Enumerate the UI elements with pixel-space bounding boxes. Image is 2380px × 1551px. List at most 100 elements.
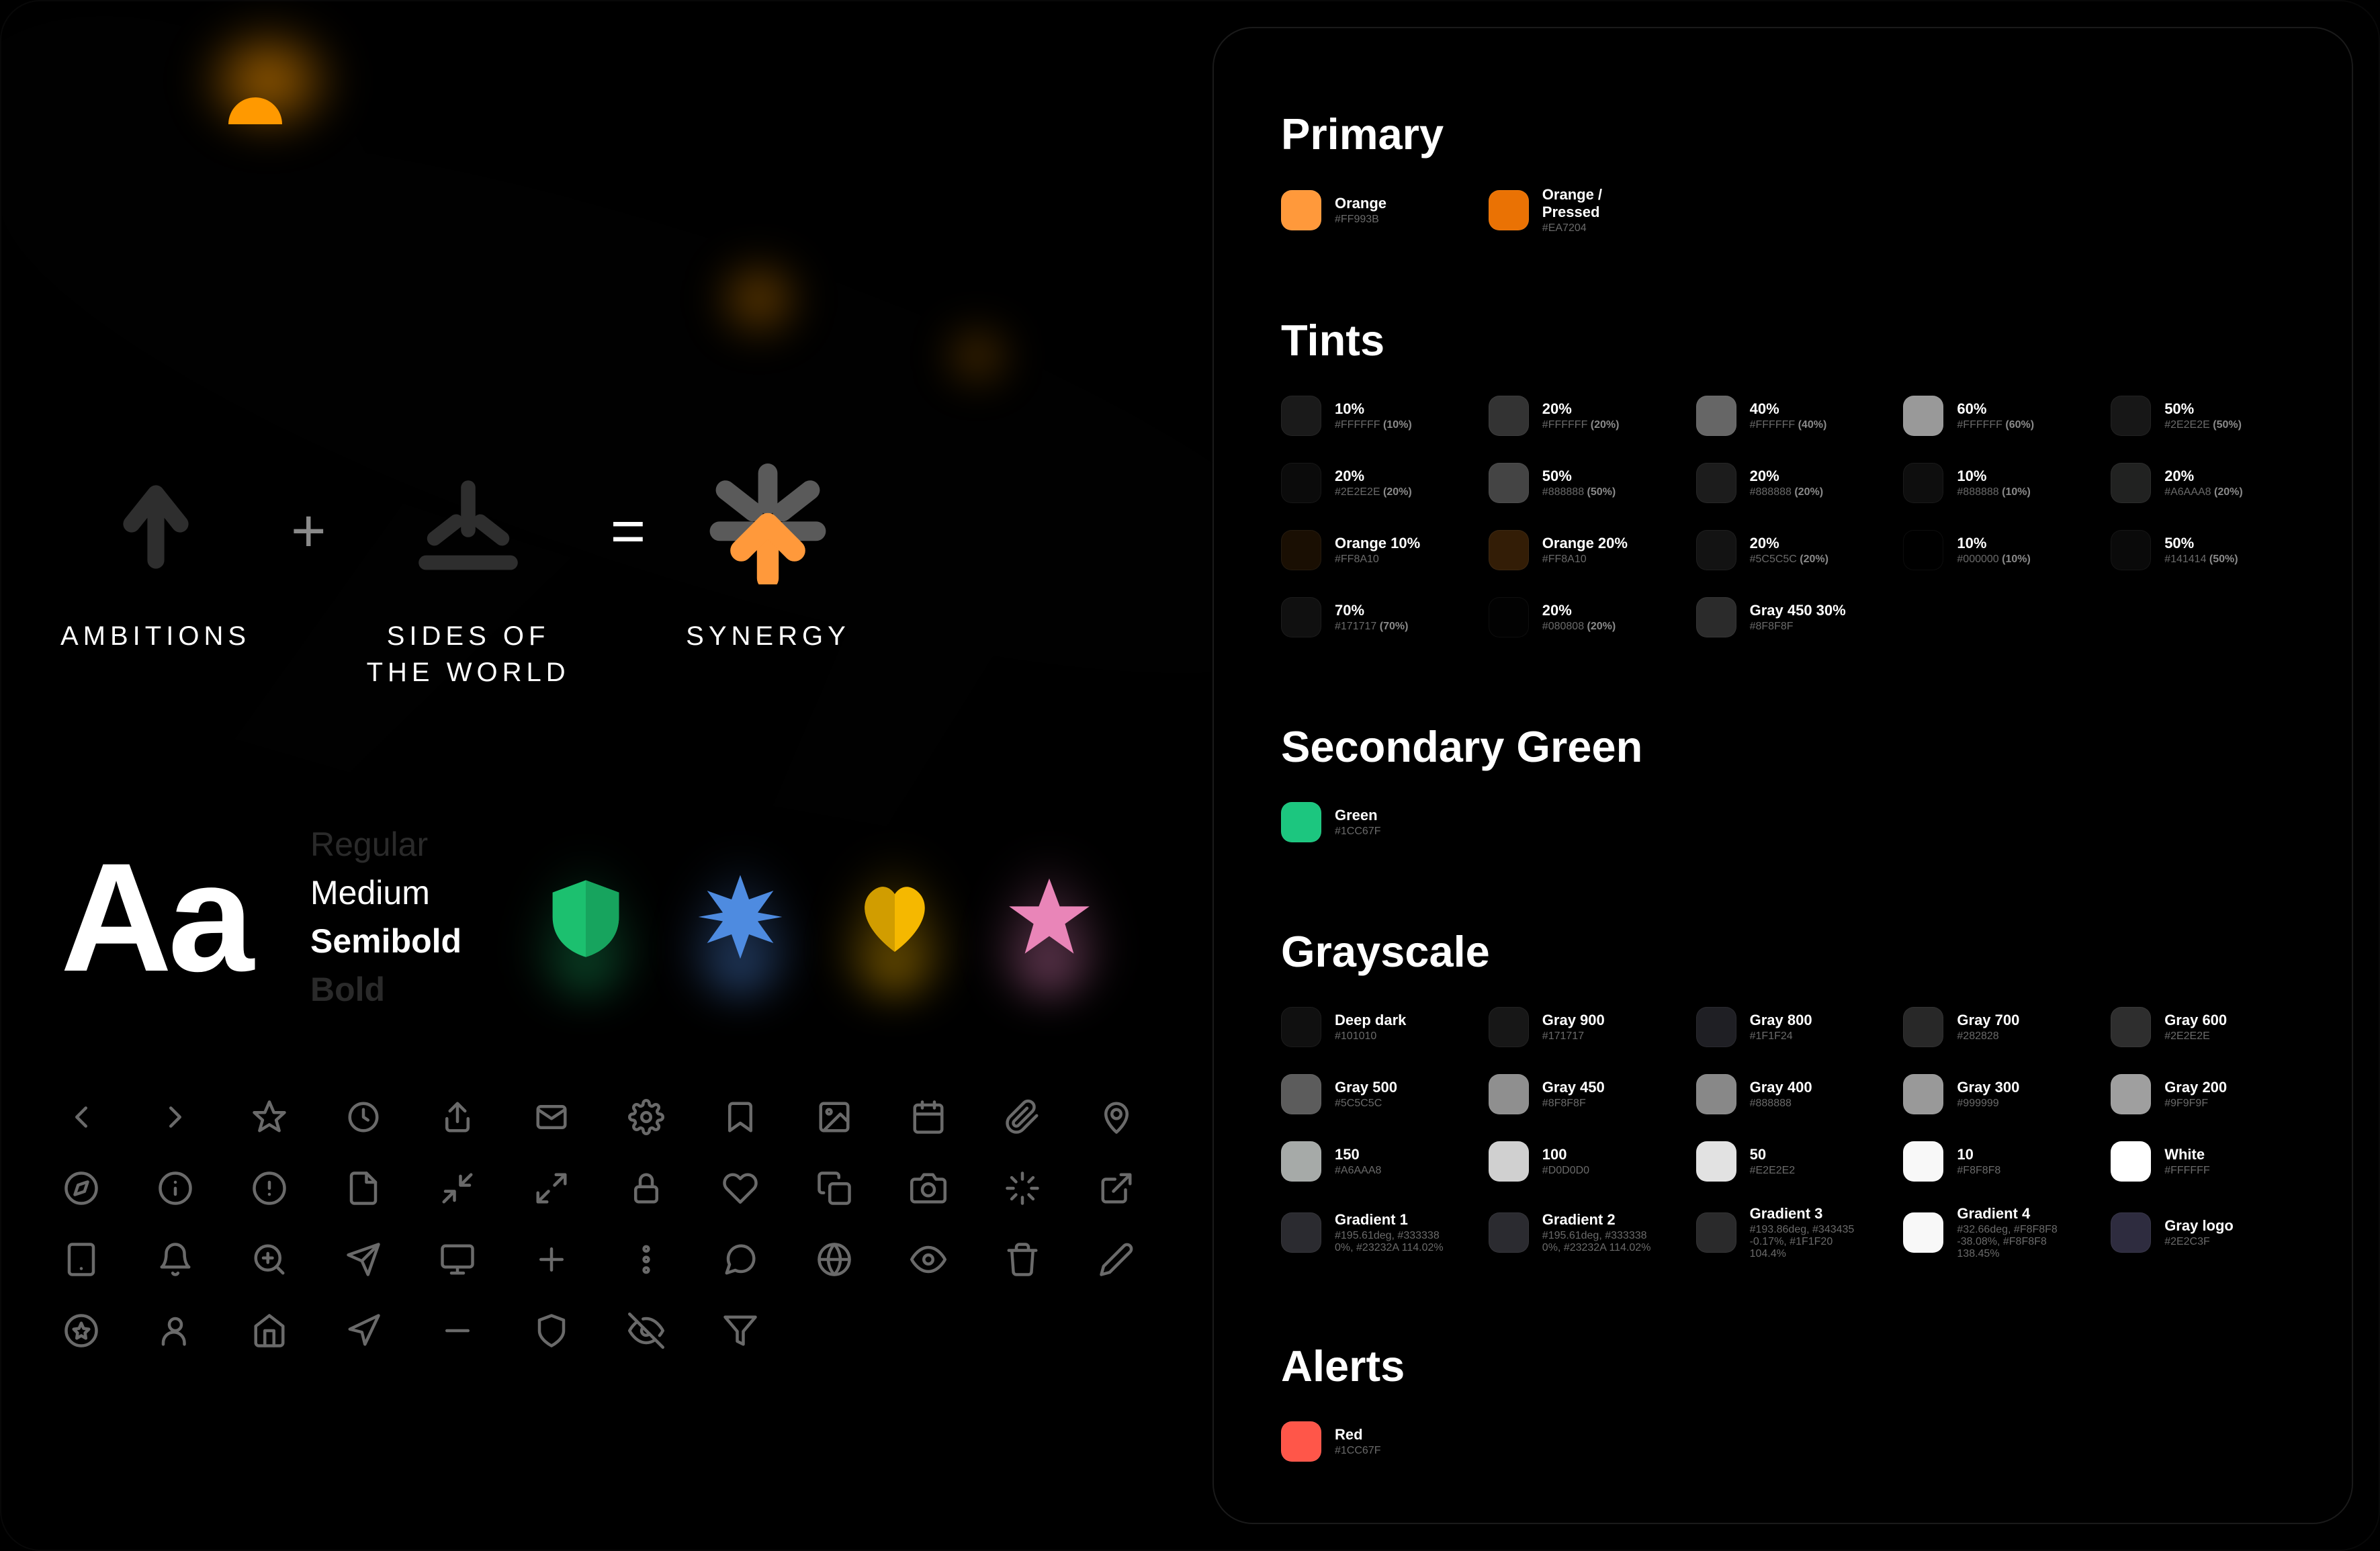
swatch-box — [1903, 463, 1943, 503]
swatch-name: Gray logo — [2164, 1217, 2234, 1235]
bell-icon — [155, 1239, 196, 1280]
swatch-name: Gradient 1 — [1335, 1211, 1455, 1229]
compass-icon — [60, 1167, 102, 1209]
navigate-icon — [343, 1310, 384, 1351]
camera-icon — [908, 1167, 949, 1209]
swatch-box — [1903, 396, 1943, 436]
mail-icon — [531, 1096, 572, 1138]
star-3d-icon — [1006, 873, 1093, 961]
share-icon — [437, 1096, 478, 1138]
color-swatch: Orange 20%#FF8A10 — [1489, 527, 1663, 574]
swatch-hex: #A6AAA8 — [1335, 1165, 1381, 1177]
weight-medium: Medium — [310, 873, 461, 912]
swatch-hex: #999999 — [1957, 1098, 2019, 1110]
swatch-hex: #2E2C3F — [2164, 1236, 2234, 1248]
settings-icon — [625, 1096, 667, 1138]
swatch-box — [1489, 396, 1529, 436]
swatch-name: 150 — [1335, 1146, 1381, 1163]
color-swatch: 20%#5C5C5C (20%) — [1696, 527, 1870, 574]
chevron-right-icon — [155, 1096, 196, 1138]
primary-title: Primary — [1281, 109, 2285, 159]
star-icon — [249, 1096, 290, 1138]
color-swatch: Gray 900#171717 — [1489, 1004, 1663, 1051]
user-icon — [155, 1310, 196, 1351]
swatch-box — [1489, 1212, 1529, 1253]
swatch-name: Orange — [1335, 195, 1386, 212]
shield-icon — [531, 1310, 572, 1351]
color-swatch: Red#1CC67F — [1281, 1418, 1455, 1465]
swatch-hex: #1CC67F — [1335, 826, 1380, 838]
swatch-name: 50% — [2164, 535, 2238, 552]
swatch-hex: #32.66deg, #F8F8F8 -38.08%, #F8F8F8 138.… — [1957, 1224, 2077, 1260]
swatch-name: 50% — [2164, 400, 2242, 418]
swatch-name: Gray 300 — [1957, 1079, 2019, 1096]
section-secondary: Secondary Green Green#1CC67F — [1281, 721, 2285, 846]
synergy-label: SYNERGY — [686, 618, 850, 654]
paperclip-icon — [1002, 1096, 1043, 1138]
swatch-name: 20% — [1542, 400, 1620, 418]
swatch-box — [2111, 530, 2151, 570]
swatch-box — [1903, 1141, 1943, 1182]
swatch-hex: #D0D0D0 — [1542, 1165, 1589, 1177]
loading-icon — [1002, 1167, 1043, 1209]
swatch-box — [2111, 1141, 2151, 1182]
edit-icon — [1096, 1239, 1137, 1280]
swatch-name: 10 — [1957, 1146, 2000, 1163]
swatch-hex: #FFFFFF (40%) — [1750, 419, 1827, 431]
calendar-icon — [908, 1096, 949, 1138]
minus-icon — [437, 1310, 478, 1351]
swatch-hex: #141414 (50%) — [2164, 553, 2238, 566]
color-swatch: Orange / Pressed#EA7204 — [1489, 186, 1663, 234]
globe-icon — [813, 1239, 855, 1280]
chevron-left-icon — [60, 1096, 102, 1138]
swatch-name: 20% — [2164, 468, 2243, 485]
swatch-box — [1696, 1074, 1736, 1114]
swatch-box — [1489, 1007, 1529, 1047]
weight-regular: Regular — [310, 825, 461, 864]
swatch-hex: #FF8A10 — [1542, 553, 1628, 566]
section-primary: Primary Orange#FF993BOrange / Pressed#EA… — [1281, 109, 2285, 234]
clock-icon — [343, 1096, 384, 1138]
arrow-up-icon — [89, 457, 223, 591]
zoom-icon — [249, 1239, 290, 1280]
swatch-box — [1903, 1007, 1943, 1047]
swatch-name: Gray 400 — [1750, 1079, 1812, 1096]
swatch-hex: #EA7204 — [1542, 222, 1663, 234]
home-icon — [249, 1310, 290, 1351]
swatch-hex: #888888 (20%) — [1750, 486, 1823, 498]
logo-equation: AMBITIONS + SIDES OF THE WORLD = — [60, 457, 1152, 691]
swatch-hex: #2E2E2E — [2164, 1030, 2227, 1043]
color-swatch: Gray 600#2E2E2E — [2111, 1004, 2285, 1051]
weight-semibold: Semibold — [310, 922, 461, 961]
swatch-hex: #1F1F24 — [1750, 1030, 1812, 1043]
swatch-name: Gray 800 — [1750, 1012, 1812, 1029]
color-swatch: 50%#2E2E2E (50%) — [2111, 392, 2285, 439]
swatch-hex: #171717 (70%) — [1335, 621, 1408, 633]
font-weights-list: Regular Medium Semibold Bold — [310, 825, 461, 1009]
swatch-name: 10% — [1957, 535, 2030, 552]
swatch-hex: #E2E2E2 — [1750, 1165, 1796, 1177]
swatch-name: Gray 200 — [2164, 1079, 2227, 1096]
icon-grid — [60, 1096, 1152, 1351]
color-swatch: 50%#141414 (50%) — [2111, 527, 2285, 574]
swatch-hex: #1CC67F — [1335, 1445, 1380, 1457]
color-swatch: Gradient 3#193.86deg, #343435 -0.17%, #1… — [1696, 1205, 1870, 1260]
swatch-box — [1281, 530, 1321, 570]
swatch-hex: #A6AAA8 (20%) — [2164, 486, 2243, 498]
swatch-box — [1281, 396, 1321, 436]
swatch-name: 50 — [1750, 1146, 1796, 1163]
swatch-box — [1281, 1007, 1321, 1047]
swatch-name: Gray 900 — [1542, 1012, 1605, 1029]
swatch-name: 60% — [1957, 400, 2034, 418]
color-swatch: 20%#FFFFFF (20%) — [1489, 392, 1663, 439]
swatch-name: Deep dark — [1335, 1012, 1406, 1029]
swatch-box — [1281, 463, 1321, 503]
section-tints: Tints 10%#FFFFFF (10%)20%#FFFFFF (20%)40… — [1281, 315, 2285, 641]
maximize-icon — [531, 1167, 572, 1209]
swatch-box — [1281, 802, 1321, 842]
image-icon — [813, 1096, 855, 1138]
swatch-box — [1281, 1074, 1321, 1114]
swatch-name: 70% — [1335, 602, 1408, 619]
file-icon — [343, 1167, 384, 1209]
section-alerts: Alerts Red#1CC67F — [1281, 1341, 2285, 1465]
